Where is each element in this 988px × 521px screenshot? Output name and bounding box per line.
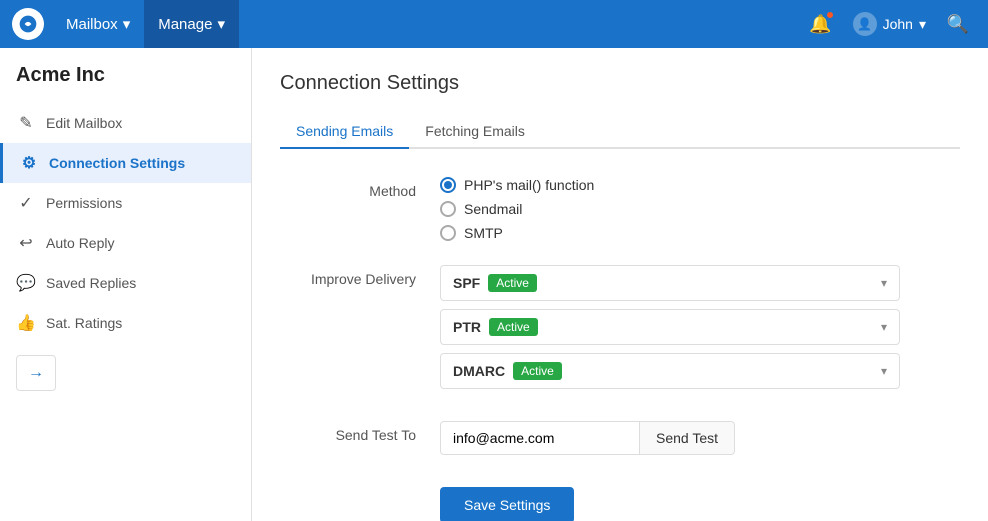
sidebar-label-edit-mailbox: Edit Mailbox	[46, 115, 122, 131]
reply-icon: ↩	[16, 233, 36, 253]
send-test-group: Send Test To Send Test	[280, 421, 960, 455]
send-test-input[interactable]	[440, 421, 640, 455]
method-label: Method	[280, 177, 440, 199]
nav-right-section: 🔔 👤 John ▾ 🔍	[803, 6, 976, 42]
sidebar-item-connection-settings[interactable]: ⚙ Connection Settings	[0, 143, 251, 183]
thumbsup-icon: 👍	[16, 313, 36, 333]
manage-nav-item[interactable]: Manage ▾	[144, 0, 239, 48]
tab-fetching-emails[interactable]: Fetching Emails	[409, 115, 541, 149]
company-name: Acme Inc	[0, 64, 251, 103]
page-title: Connection Settings	[280, 72, 960, 95]
radio-php-mail-indicator	[440, 177, 456, 193]
method-smtp-label: SMTP	[464, 225, 503, 241]
user-name: John	[883, 16, 913, 32]
improve-delivery-group: Improve Delivery SPF Active ▾ PTR Active…	[280, 265, 960, 397]
user-avatar: 👤	[853, 12, 877, 36]
save-spacer	[280, 479, 440, 485]
send-test-button[interactable]: Send Test	[640, 421, 735, 455]
top-navigation: Mailbox ▾ Manage ▾ 🔔 👤 John ▾ 🔍	[0, 0, 988, 48]
send-test-label: Send Test To	[280, 421, 440, 443]
method-php-mail[interactable]: PHP's mail() function	[440, 177, 960, 193]
chevron-down-icon: ▾	[881, 276, 887, 290]
delivery-dmarc-dropdown[interactable]: DMARC Active ▾	[440, 353, 900, 389]
save-settings-group: Save Settings	[280, 479, 960, 521]
user-chevron: ▾	[919, 16, 926, 33]
app-logo	[12, 8, 44, 40]
tabs-container: Sending Emails Fetching Emails	[280, 115, 960, 149]
search-icon: 🔍	[947, 14, 969, 35]
delivery-ptr-name: PTR	[453, 319, 481, 335]
delivery-spf-dropdown[interactable]: SPF Active ▾	[440, 265, 900, 301]
chevron-down-icon: ▾	[881, 364, 887, 378]
sidebar-label-saved-replies: Saved Replies	[46, 275, 136, 291]
sidebar-item-saved-replies[interactable]: 💬 Saved Replies	[0, 263, 251, 303]
edit-icon: ✎	[16, 113, 36, 133]
method-sendmail[interactable]: Sendmail	[440, 201, 960, 217]
mailbox-label: Mailbox	[66, 16, 118, 33]
radio-sendmail-indicator	[440, 201, 456, 217]
mailbox-chevron: ▾	[123, 15, 131, 33]
radio-smtp-indicator	[440, 225, 456, 241]
main-layout: Acme Inc ✎ Edit Mailbox ⚙ Connection Set…	[0, 48, 988, 521]
tab-sending-emails[interactable]: Sending Emails	[280, 115, 409, 149]
save-content: Save Settings	[440, 479, 960, 521]
chevron-down-icon: ▾	[881, 320, 887, 334]
save-settings-button[interactable]: Save Settings	[440, 487, 574, 521]
radio-group-method: PHP's mail() function Sendmail SMTP	[440, 177, 960, 241]
delivery-ptr-status: Active	[489, 318, 538, 336]
delivery-spf-name: SPF	[453, 275, 480, 291]
mailbox-nav-item[interactable]: Mailbox ▾	[52, 0, 144, 48]
settings-icon: ⚙	[19, 153, 39, 173]
check-icon: ✓	[16, 193, 36, 213]
sidebar-item-edit-mailbox[interactable]: ✎ Edit Mailbox	[0, 103, 251, 143]
sidebar-arrow-button[interactable]: →	[16, 355, 56, 391]
method-group: Method PHP's mail() function Sendmail SM…	[280, 177, 960, 241]
manage-label: Manage	[158, 16, 212, 33]
send-test-content: Send Test	[440, 421, 960, 455]
sidebar-label-sat-ratings: Sat. Ratings	[46, 315, 122, 331]
method-options: PHP's mail() function Sendmail SMTP	[440, 177, 960, 241]
method-php-mail-label: PHP's mail() function	[464, 177, 594, 193]
sidebar: Acme Inc ✎ Edit Mailbox ⚙ Connection Set…	[0, 48, 252, 521]
delivery-ptr-dropdown[interactable]: PTR Active ▾	[440, 309, 900, 345]
arrow-icon: →	[28, 364, 44, 382]
method-sendmail-label: Sendmail	[464, 201, 522, 217]
sidebar-item-sat-ratings[interactable]: 👍 Sat. Ratings	[0, 303, 251, 343]
sidebar-item-permissions[interactable]: ✓ Permissions	[0, 183, 251, 223]
notifications-button[interactable]: 🔔	[803, 6, 839, 42]
sidebar-label-permissions: Permissions	[46, 195, 122, 211]
manage-chevron: ▾	[217, 15, 225, 33]
notification-badge	[825, 10, 835, 20]
main-content: Connection Settings Sending Emails Fetch…	[252, 48, 988, 521]
sidebar-label-connection-settings: Connection Settings	[49, 155, 185, 171]
user-menu-button[interactable]: 👤 John ▾	[843, 6, 936, 42]
delivery-dmarc-name: DMARC	[453, 363, 505, 379]
improve-delivery-label: Improve Delivery	[280, 265, 440, 287]
sidebar-label-auto-reply: Auto Reply	[46, 235, 114, 251]
chat-icon: 💬	[16, 273, 36, 293]
sidebar-item-auto-reply[interactable]: ↩ Auto Reply	[0, 223, 251, 263]
search-button[interactable]: 🔍	[940, 6, 976, 42]
send-test-row: Send Test	[440, 421, 960, 455]
delivery-dmarc-status: Active	[513, 362, 562, 380]
method-smtp[interactable]: SMTP	[440, 225, 960, 241]
delivery-spf-status: Active	[488, 274, 537, 292]
delivery-dropdowns: SPF Active ▾ PTR Active ▾ DMARC Active ▾	[440, 265, 960, 397]
